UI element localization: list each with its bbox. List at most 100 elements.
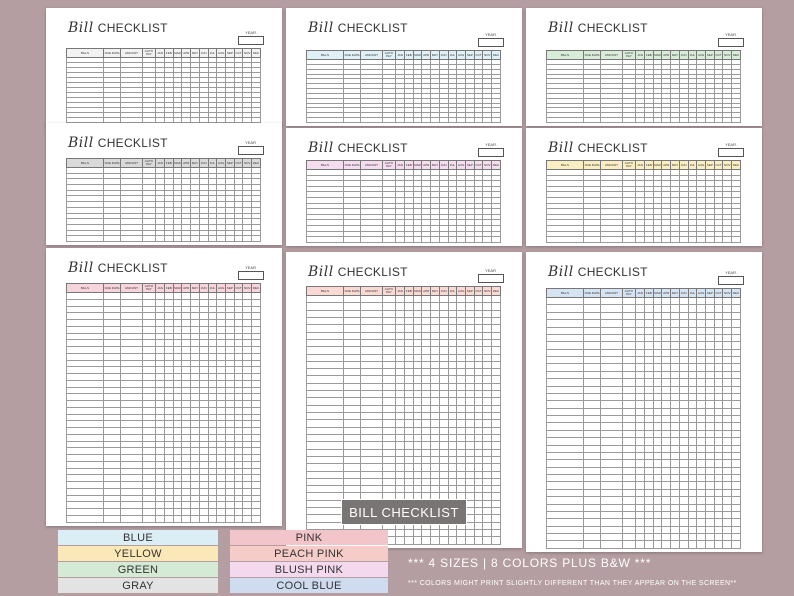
year-field[interactable] [238,146,264,155]
table-cell[interactable] [251,494,261,503]
table-cell[interactable] [482,331,493,340]
table-cell[interactable] [621,341,637,350]
table-cell[interactable] [670,355,680,365]
table-cell[interactable] [233,312,244,320]
table-cell[interactable] [713,451,724,461]
table-cell[interactable] [635,400,645,409]
table-cell[interactable] [546,532,584,542]
table-cell[interactable] [163,447,174,455]
table-cell[interactable] [242,400,253,408]
table-cell[interactable] [224,332,235,341]
table-cell[interactable] [141,312,157,320]
table-cell[interactable] [652,304,663,313]
table-cell[interactable] [163,400,174,408]
table-cell[interactable] [678,466,689,476]
table-cell[interactable] [163,487,174,496]
table-cell[interactable] [216,325,226,334]
table-cell[interactable] [652,236,663,243]
table-cell[interactable] [155,460,165,469]
table-cell[interactable] [582,333,602,343]
table-cell[interactable] [473,236,484,243]
table-cell[interactable] [661,311,672,321]
table-cell[interactable] [163,359,174,368]
table-cell[interactable] [412,433,423,443]
table-cell[interactable] [687,459,698,468]
table-cell[interactable] [713,437,724,446]
table-cell[interactable] [381,338,397,348]
table-cell[interactable] [412,463,423,472]
table-cell[interactable] [207,400,218,408]
table-cell[interactable] [120,117,143,123]
table-cell[interactable] [687,481,698,490]
table-cell[interactable] [66,305,104,314]
table-cell[interactable] [713,540,724,549]
table-cell[interactable] [360,338,383,348]
table-cell[interactable] [181,366,192,374]
table-cell[interactable] [643,392,654,402]
table-cell[interactable] [722,488,733,498]
table-cell[interactable] [381,397,397,406]
table-cell[interactable] [661,304,672,313]
table-cell[interactable] [224,433,235,442]
table-cell[interactable] [242,467,253,476]
table-cell[interactable] [482,338,493,348]
table-cell[interactable] [342,309,362,318]
table-cell[interactable] [704,532,715,542]
table-cell[interactable] [224,406,235,415]
table-cell[interactable] [473,331,484,340]
table-cell[interactable] [696,378,706,387]
table-cell[interactable] [141,319,157,327]
table-cell[interactable] [403,390,414,399]
table-cell[interactable] [242,440,253,449]
table-cell[interactable] [670,370,680,380]
table-cell[interactable] [242,325,253,334]
table-cell[interactable] [582,341,602,350]
table-cell[interactable] [172,508,183,516]
table-cell[interactable] [722,473,733,483]
table-cell[interactable] [670,496,680,505]
table-cell[interactable] [687,496,698,505]
table-cell[interactable] [102,447,122,455]
table-cell[interactable] [403,470,414,479]
table-cell[interactable] [687,319,698,328]
table-cell[interactable] [233,420,244,428]
table-cell[interactable] [713,363,724,372]
table-cell[interactable] [582,540,602,549]
table-cell[interactable] [678,451,689,461]
table-cell[interactable] [102,494,122,503]
table-cell[interactable] [181,481,192,489]
table-cell[interactable] [621,236,637,243]
table-cell[interactable] [120,339,143,347]
table-cell[interactable] [430,433,440,443]
table-cell[interactable] [381,455,397,465]
table-cell[interactable] [120,494,143,503]
table-cell[interactable] [473,433,484,443]
table-cell[interactable] [546,341,584,350]
table-cell[interactable] [621,510,637,520]
table-cell[interactable] [430,455,440,465]
table-cell[interactable] [643,451,654,461]
table-cell[interactable] [482,294,493,304]
table-cell[interactable] [172,235,183,242]
table-cell[interactable] [696,326,706,335]
table-cell[interactable] [464,536,475,545]
table-cell[interactable] [412,368,423,377]
table-cell[interactable] [643,304,654,313]
table-cell[interactable] [438,302,449,311]
table-cell[interactable] [224,474,235,482]
table-cell[interactable] [242,447,253,455]
table-cell[interactable] [696,385,706,394]
table-cell[interactable] [464,390,475,399]
table-cell[interactable] [635,503,645,512]
table-cell[interactable] [172,413,183,422]
table-cell[interactable] [722,333,733,343]
table-cell[interactable] [456,419,466,428]
table-cell[interactable] [306,346,344,355]
table-cell[interactable] [447,433,458,443]
table-cell[interactable] [635,348,645,358]
table-cell[interactable] [360,294,383,304]
table-cell[interactable] [652,363,663,372]
table-cell[interactable] [491,324,501,333]
table-cell[interactable] [473,455,484,465]
table-cell[interactable] [661,496,672,505]
